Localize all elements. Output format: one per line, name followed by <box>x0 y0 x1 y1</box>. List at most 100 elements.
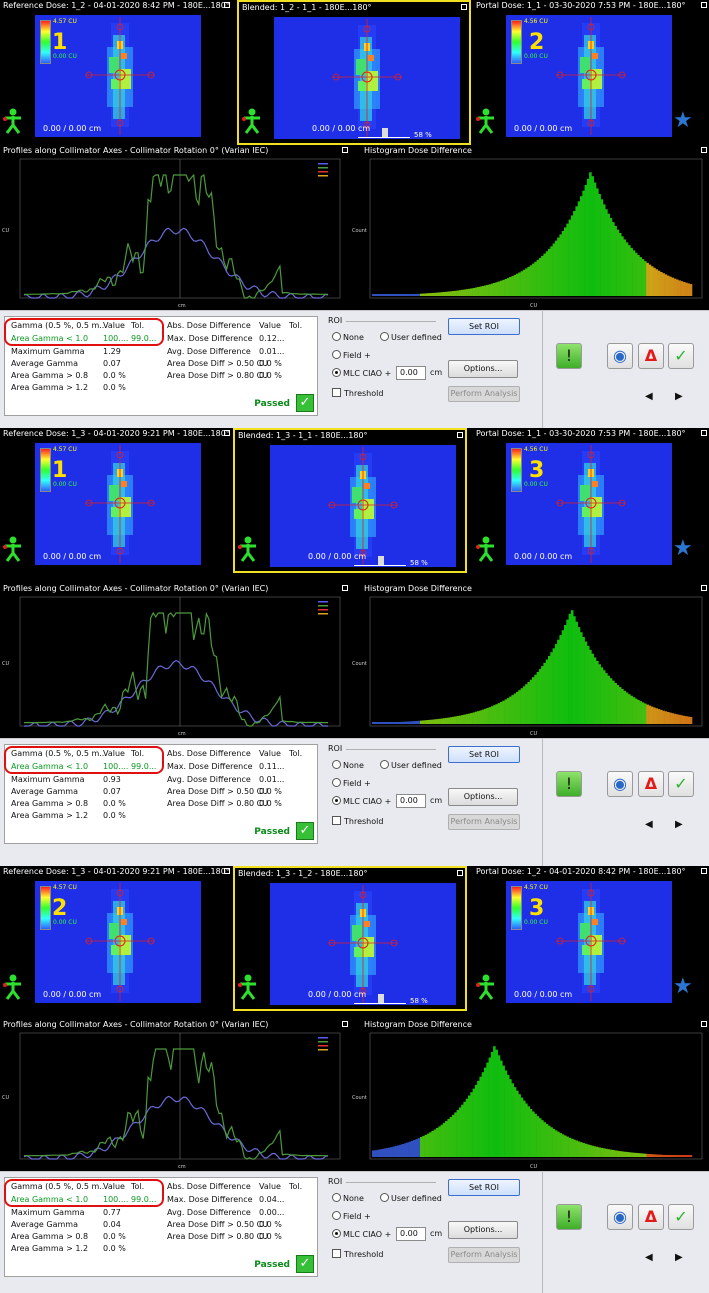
options-button[interactable]: Options... <box>448 360 518 378</box>
radio-icon[interactable] <box>332 350 341 359</box>
checkbox-icon[interactable] <box>332 1249 341 1258</box>
radio-icon[interactable] <box>332 760 341 769</box>
radio-icon[interactable] <box>332 778 341 787</box>
arrow-left-icon[interactable]: ◀ <box>645 391 653 402</box>
blended-dose-image[interactable]: 0.00 / 0.00 cm 58 % <box>269 444 457 568</box>
blend-slider[interactable] <box>358 128 410 138</box>
maximize-icon[interactable] <box>224 430 230 436</box>
blended-dose-panel[interactable]: Blended: 1_3 - 1_2 - 180E...180° 0.00 / … <box>233 866 467 1011</box>
radio-icon[interactable] <box>380 1193 389 1202</box>
radio-icon[interactable] <box>332 1211 341 1220</box>
delta-icon[interactable]: Δ <box>638 343 664 369</box>
roi-field-radio[interactable]: Field + <box>332 350 371 360</box>
slider-thumb[interactable] <box>382 128 388 137</box>
maximize-icon[interactable] <box>701 585 707 591</box>
maximize-icon[interactable] <box>701 147 707 153</box>
profiles-panel[interactable]: Profiles along Collimator Axes - Collima… <box>0 1019 350 1171</box>
maximize-icon[interactable] <box>342 585 348 591</box>
blended-dose-image[interactable]: 0.00 / 0.00 cm 58 % <box>273 16 461 140</box>
maximize-icon[interactable] <box>224 868 230 874</box>
maximize-icon[interactable] <box>701 868 707 874</box>
threshold-checkbox[interactable]: Threshold <box>332 388 383 398</box>
reference-dose-panel[interactable]: Reference Dose: 1_2 - 04-01-2020 8:42 PM… <box>0 0 232 145</box>
perform-analysis-button[interactable]: Perform Analysis <box>448 814 520 830</box>
roi-none-radio[interactable]: None <box>332 760 364 770</box>
perform-analysis-button[interactable]: Perform Analysis <box>448 386 520 402</box>
warning-icon[interactable]: ! <box>556 1204 582 1230</box>
eye-icon[interactable]: ◉ <box>607 771 633 797</box>
slider-thumb[interactable] <box>378 994 384 1003</box>
roi-field-radio[interactable]: Field + <box>332 1211 371 1221</box>
threshold-checkbox[interactable]: Threshold <box>332 816 383 826</box>
arrow-right-icon[interactable]: ▶ <box>675 819 683 830</box>
star-icon[interactable]: ★ <box>673 110 693 132</box>
radio-icon[interactable] <box>380 760 389 769</box>
roi-user-defined-radio[interactable]: User defined <box>380 332 442 342</box>
options-button[interactable]: Options... <box>448 788 518 806</box>
radio-icon[interactable] <box>332 332 341 341</box>
maximize-icon[interactable] <box>701 2 707 8</box>
maximize-icon[interactable] <box>701 1021 707 1027</box>
blend-slider[interactable] <box>354 556 406 566</box>
mlc-margin-input[interactable]: 0.00 <box>396 366 426 380</box>
checkmark-icon[interactable]: ✓ <box>668 343 694 369</box>
roi-mlc-radio[interactable]: MLC CIAO + <box>332 368 391 378</box>
checkmark-icon[interactable]: ✓ <box>668 1204 694 1230</box>
maximize-icon[interactable] <box>457 432 463 438</box>
blended-dose-panel[interactable]: Blended: 1_3 - 1_1 - 180E...180° 0.00 / … <box>233 428 467 573</box>
maximize-icon[interactable] <box>457 870 463 876</box>
threshold-checkbox[interactable]: Threshold <box>332 1249 383 1259</box>
checkmark-icon[interactable]: ✓ <box>668 771 694 797</box>
histogram-panel[interactable]: Histogram Dose Difference Count CU <box>350 583 709 738</box>
maximize-icon[interactable] <box>461 4 467 10</box>
star-icon[interactable]: ★ <box>673 976 693 998</box>
blended-dose-image[interactable]: 0.00 / 0.00 cm 58 % <box>269 882 457 1006</box>
warning-icon[interactable]: ! <box>556 771 582 797</box>
perform-analysis-button[interactable]: Perform Analysis <box>448 1247 520 1263</box>
roi-none-radio[interactable]: None <box>332 332 364 342</box>
radio-icon[interactable] <box>380 332 389 341</box>
blended-dose-panel[interactable]: Blended: 1_2 - 1_1 - 180E...180° 0.00 / … <box>237 0 471 145</box>
arrow-left-icon[interactable]: ◀ <box>645 819 653 830</box>
blend-slider[interactable] <box>354 994 406 1004</box>
radio-icon[interactable] <box>332 1193 341 1202</box>
roi-field-radio[interactable]: Field + <box>332 778 371 788</box>
set-roi-button[interactable]: Set ROI <box>448 318 520 335</box>
maximize-icon[interactable] <box>342 1021 348 1027</box>
portal-dose-panel[interactable]: Portal Dose: 1_2 - 04-01-2020 8:42 PM - … <box>473 866 709 1011</box>
radio-icon[interactable] <box>332 796 341 805</box>
options-button[interactable]: Options... <box>448 1221 518 1239</box>
profiles-panel[interactable]: Profiles along Collimator Axes - Collima… <box>0 145 350 310</box>
arrow-left-icon[interactable]: ◀ <box>645 1252 653 1263</box>
histogram-panel[interactable]: Histogram Dose Difference Count CU <box>350 1019 709 1171</box>
set-roi-button[interactable]: Set ROI <box>448 746 520 763</box>
radio-icon[interactable] <box>332 368 341 377</box>
slider-thumb[interactable] <box>378 556 384 565</box>
arrow-right-icon[interactable]: ▶ <box>675 1252 683 1263</box>
warning-icon[interactable]: ! <box>556 343 582 369</box>
eye-icon[interactable]: ◉ <box>607 343 633 369</box>
checkbox-icon[interactable] <box>332 388 341 397</box>
arrow-right-icon[interactable]: ▶ <box>675 391 683 402</box>
maximize-icon[interactable] <box>701 430 707 436</box>
portal-dose-panel[interactable]: Portal Dose: 1_1 - 03-30-2020 7:53 PM - … <box>473 428 709 573</box>
star-icon[interactable]: ★ <box>673 538 693 560</box>
mlc-margin-input[interactable]: 0.00 <box>396 1227 426 1241</box>
radio-icon[interactable] <box>332 1229 341 1238</box>
eye-icon[interactable]: ◉ <box>607 1204 633 1230</box>
maximize-icon[interactable] <box>342 147 348 153</box>
delta-icon[interactable]: Δ <box>638 1204 664 1230</box>
roi-user-defined-radio[interactable]: User defined <box>380 1193 442 1203</box>
roi-mlc-radio[interactable]: MLC CIAO + <box>332 1229 391 1239</box>
checkbox-icon[interactable] <box>332 816 341 825</box>
roi-mlc-radio[interactable]: MLC CIAO + <box>332 796 391 806</box>
set-roi-button[interactable]: Set ROI <box>448 1179 520 1196</box>
mlc-margin-input[interactable]: 0.00 <box>396 794 426 808</box>
roi-none-radio[interactable]: None <box>332 1193 364 1203</box>
portal-dose-panel[interactable]: Portal Dose: 1_1 - 03-30-2020 7:53 PM - … <box>473 0 709 145</box>
roi-user-defined-radio[interactable]: User defined <box>380 760 442 770</box>
delta-icon[interactable]: Δ <box>638 771 664 797</box>
reference-dose-panel[interactable]: Reference Dose: 1_3 - 04-01-2020 9:21 PM… <box>0 428 232 573</box>
histogram-panel[interactable]: Histogram Dose Difference Count CU <box>350 145 709 310</box>
reference-dose-panel[interactable]: Reference Dose: 1_3 - 04-01-2020 9:21 PM… <box>0 866 232 1011</box>
